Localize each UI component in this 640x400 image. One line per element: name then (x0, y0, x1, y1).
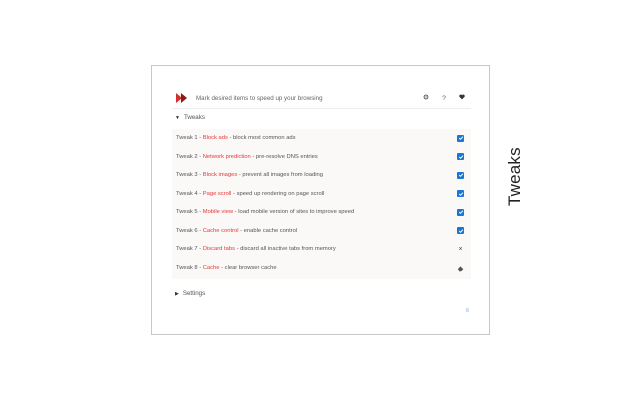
extension-popup: Mark desired items to speed up your brow… (151, 65, 490, 335)
triangle-down-icon: ▼ (175, 114, 180, 121)
tweak-label: Tweak 1 - Block ads - block most common … (176, 135, 296, 141)
tweak-checkbox[interactable] (457, 208, 464, 216)
tweak-checkbox[interactable] (457, 190, 464, 197)
header-text: Mark desired items to speed up your brow… (196, 94, 323, 102)
tweak-checkbox[interactable] (457, 171, 464, 179)
tweak-row-7: Tweak 7 - Discard tabs - discard all ina… (172, 240, 471, 258)
list-icon[interactable]: ≡ (465, 308, 469, 314)
tweak-checkbox[interactable] (457, 227, 464, 234)
tweak-row-4: Tweak 4 - Page scroll - speed up renderi… (172, 185, 471, 203)
header-divider (172, 108, 471, 109)
tweak-label: Tweak 8 - Cache - clear browser cache (176, 265, 277, 271)
tweak-label: Tweak 4 - Page scroll - speed up renderi… (176, 190, 325, 197)
tweak-label: Tweak 6 - Cache control - enable cache c… (176, 227, 298, 234)
tweak-label: Tweak 2 - Network prediction - pre-resol… (176, 153, 318, 160)
tweak-label: Tweak 3 - Block images - prevent all ima… (176, 172, 323, 178)
heart-icon[interactable] (453, 94, 471, 102)
tweak-row-6: Tweak 6 - Cache control - enable cache c… (172, 222, 471, 240)
tweaks-section-label: Tweaks (183, 114, 205, 121)
tweak-row-8: Tweak 8 - Cache - clear browser cache (172, 259, 471, 277)
popup-header: Mark desired items to speed up your brow… (152, 88, 489, 108)
tweak-row-1: Tweak 1 - Block ads - block most common … (172, 129, 471, 147)
tweak-checkbox[interactable] (457, 134, 464, 142)
tweaks-section-toggle[interactable]: ▼ Tweaks (175, 114, 205, 121)
tweak-label: Tweak 7 - Discard tabs - discard all ina… (176, 246, 336, 252)
side-title: Tweaks (505, 147, 524, 206)
tweak-checkbox[interactable] (457, 153, 464, 160)
help-icon[interactable]: ? (435, 95, 453, 102)
gear-icon[interactable] (417, 94, 435, 102)
tweak-row-3: Tweak 3 - Block images - prevent all ima… (172, 166, 471, 184)
logo-icon (176, 93, 188, 103)
settings-section-toggle[interactable]: ▶ Settings (175, 290, 205, 297)
tweak-row-5: Tweak 5 - Mobile view - load mobile vers… (172, 203, 471, 221)
eraser-icon[interactable] (457, 265, 464, 272)
close-icon[interactable]: × (457, 246, 464, 253)
settings-section-label: Settings (182, 290, 206, 297)
tweak-row-2: Tweak 2 - Network prediction - pre-resol… (172, 148, 471, 166)
triangle-right-icon: ▶ (175, 290, 179, 297)
tweaks-list: Tweak 1 - Block ads - block most common … (172, 129, 471, 279)
tweak-label: Tweak 5 - Mobile view - load mobile vers… (176, 209, 355, 215)
